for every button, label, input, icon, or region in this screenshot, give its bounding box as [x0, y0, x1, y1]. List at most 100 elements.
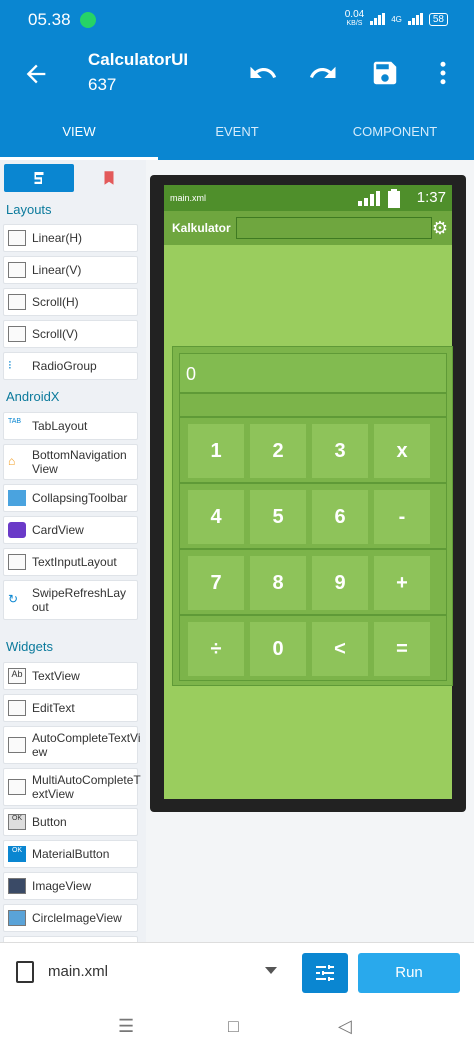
redo-icon[interactable]: [308, 58, 338, 88]
status-time: 05.38: [28, 10, 71, 29]
toolbar-title: Kalkulator: [172, 221, 231, 235]
device-toolbar: Kalkulator ⚙: [164, 211, 452, 245]
multiautocomplete-icon: [8, 779, 26, 795]
circleimageview-icon: [8, 910, 26, 926]
palette-item-tablayout[interactable]: TAB TabLayout: [3, 412, 138, 440]
key-4[interactable]: 4: [188, 490, 244, 544]
status-indicators: 0.04 KB/S 4G 58: [345, 10, 448, 28]
palette-item-autocompletetextview[interactable]: AutoCompleteTextVi ew: [3, 726, 141, 764]
dropdown-caret-icon[interactable]: [265, 967, 277, 974]
palette-item-button[interactable]: OK Button: [3, 808, 138, 836]
palette-item-scroll-h[interactable]: Scroll(H): [3, 288, 138, 316]
palette-item-circleimageview[interactable]: CircleImageView: [3, 904, 138, 932]
project-title: CalculatorUI: [88, 50, 189, 69]
run-button[interactable]: Run: [358, 953, 460, 993]
key-row: 7 8 9 +: [179, 549, 447, 615]
key-row: 1 2 3 x: [179, 417, 447, 483]
undo-icon[interactable]: [248, 58, 278, 88]
device-screen: main.xml 1:37 Kalkulator ⚙ 0 1 2 3 x 4 5…: [164, 185, 453, 799]
key-8[interactable]: 8: [250, 556, 306, 610]
calculator-display-secondary[interactable]: [179, 393, 447, 417]
signal-icon-2: [407, 13, 423, 25]
widget-palette: Layouts Linear(H) Linear(V) Scroll(H) Sc…: [0, 160, 146, 942]
linear-v-icon: [8, 262, 26, 278]
more-vert-icon[interactable]: [428, 58, 458, 88]
palette-tab-widgets[interactable]: [4, 164, 74, 192]
bookmark-icon: [104, 171, 114, 185]
palette-item-swiperefreshlayout[interactable]: ↻ SwipeRefreshLay out: [3, 580, 138, 620]
tab-component[interactable]: COMPONENT: [316, 114, 474, 160]
textinput-icon: [8, 554, 26, 570]
tab-event[interactable]: EVENT: [158, 114, 316, 160]
palette-item-edittext[interactable]: EditText: [3, 694, 138, 722]
bottom-bar: main.xml Run: [0, 942, 474, 1002]
key-3[interactable]: 3: [312, 424, 368, 478]
toolbar-icon: [8, 490, 26, 506]
signal-icon: [370, 13, 386, 25]
file-icon: [16, 961, 34, 983]
key-equals[interactable]: =: [374, 622, 430, 676]
back-arrow-icon[interactable]: [22, 60, 50, 88]
back-nav-icon[interactable]: ◁: [338, 1016, 352, 1037]
palette-item-textview[interactable]: Ab TextView: [3, 662, 138, 690]
app-bar: CalculatorUI 637: [0, 42, 474, 114]
key-plus[interactable]: +: [374, 556, 430, 610]
file-selector[interactable]: main.xml: [48, 963, 108, 980]
section-layouts: Layouts: [6, 202, 52, 217]
palette-item-bottomnavigation[interactable]: ⌂ BottomNavigation View: [3, 444, 138, 480]
palette-item-scroll-v[interactable]: Scroll(V): [3, 320, 138, 348]
key-7[interactable]: 7: [188, 556, 244, 610]
status-bar: 05.38 0.04 KB/S 4G 58: [0, 0, 474, 42]
whatsapp-icon: [80, 12, 96, 28]
gear-icon[interactable]: ⚙: [432, 218, 448, 239]
tab-icon: TAB: [8, 418, 22, 425]
scroll-h-icon: [8, 294, 26, 310]
key-backspace[interactable]: <: [312, 622, 368, 676]
palette-tab-bookmarks[interactable]: [76, 164, 142, 192]
save-icon[interactable]: [370, 58, 400, 88]
button-icon: OK: [8, 814, 26, 830]
materialbutton-icon: OK: [8, 846, 26, 862]
project-id: 637: [88, 75, 117, 94]
home-nav-icon[interactable]: □: [228, 1016, 239, 1037]
section-androidx: AndroidX: [6, 389, 60, 404]
cardview-icon: [8, 522, 26, 538]
linear-h-icon: [8, 230, 26, 246]
palette-item-linear-h[interactable]: Linear(H): [3, 224, 138, 252]
recents-icon[interactable]: ☰: [118, 1016, 134, 1037]
tune-icon: [316, 965, 334, 981]
key-5[interactable]: 5: [250, 490, 306, 544]
palette-item-materialbutton[interactable]: OK MaterialButton: [3, 840, 138, 868]
battery-icon: 58: [428, 12, 448, 26]
key-minus[interactable]: -: [374, 490, 430, 544]
net-speed: 0.04 KB/S: [344, 9, 365, 28]
home-icon: ⌂: [8, 454, 16, 468]
calculator-display[interactable]: 0: [179, 353, 447, 393]
key-0[interactable]: 0: [250, 622, 306, 676]
key-2[interactable]: 2: [250, 424, 306, 478]
palette-item-imageview[interactable]: ImageView: [3, 872, 138, 900]
key-divide[interactable]: ÷: [188, 622, 244, 676]
key-9[interactable]: 9: [312, 556, 368, 610]
system-nav-bar: ☰ □ ◁: [0, 1002, 474, 1053]
design-canvas: main.xml 1:37 Kalkulator ⚙ 0 1 2 3 x 4 5…: [146, 160, 474, 942]
palette-item-cardview[interactable]: CardView: [3, 516, 138, 544]
textview-icon: Ab: [8, 668, 26, 684]
tab-view[interactable]: VIEW: [0, 114, 158, 160]
toolbar-textbox[interactable]: [236, 217, 432, 239]
palette-item-linear-v[interactable]: Linear(V): [3, 256, 138, 284]
device-signal-icon: [358, 191, 380, 206]
device-status-bar: main.xml 1:37: [164, 185, 452, 211]
key-1[interactable]: 1: [188, 424, 244, 478]
palette-item-multiautocompletetextview[interactable]: MultiAutoCompleteT extView: [3, 768, 141, 806]
tab-bar: VIEW EVENT COMPONENT: [0, 114, 474, 160]
key-row: 4 5 6 -: [179, 483, 447, 549]
key-6[interactable]: 6: [312, 490, 368, 544]
properties-button[interactable]: [302, 953, 348, 993]
palette-item-textinputlayout[interactable]: TextInputLayout: [3, 548, 138, 576]
key-multiply[interactable]: x: [374, 424, 430, 478]
edittext-icon: [8, 700, 26, 716]
palette-item-collapsingtoolbar[interactable]: CollapsingToolbar: [3, 484, 138, 512]
palette-item-radiogroup[interactable]: ⁝ RadioGroup: [3, 352, 138, 380]
device-battery-icon: [388, 189, 400, 208]
